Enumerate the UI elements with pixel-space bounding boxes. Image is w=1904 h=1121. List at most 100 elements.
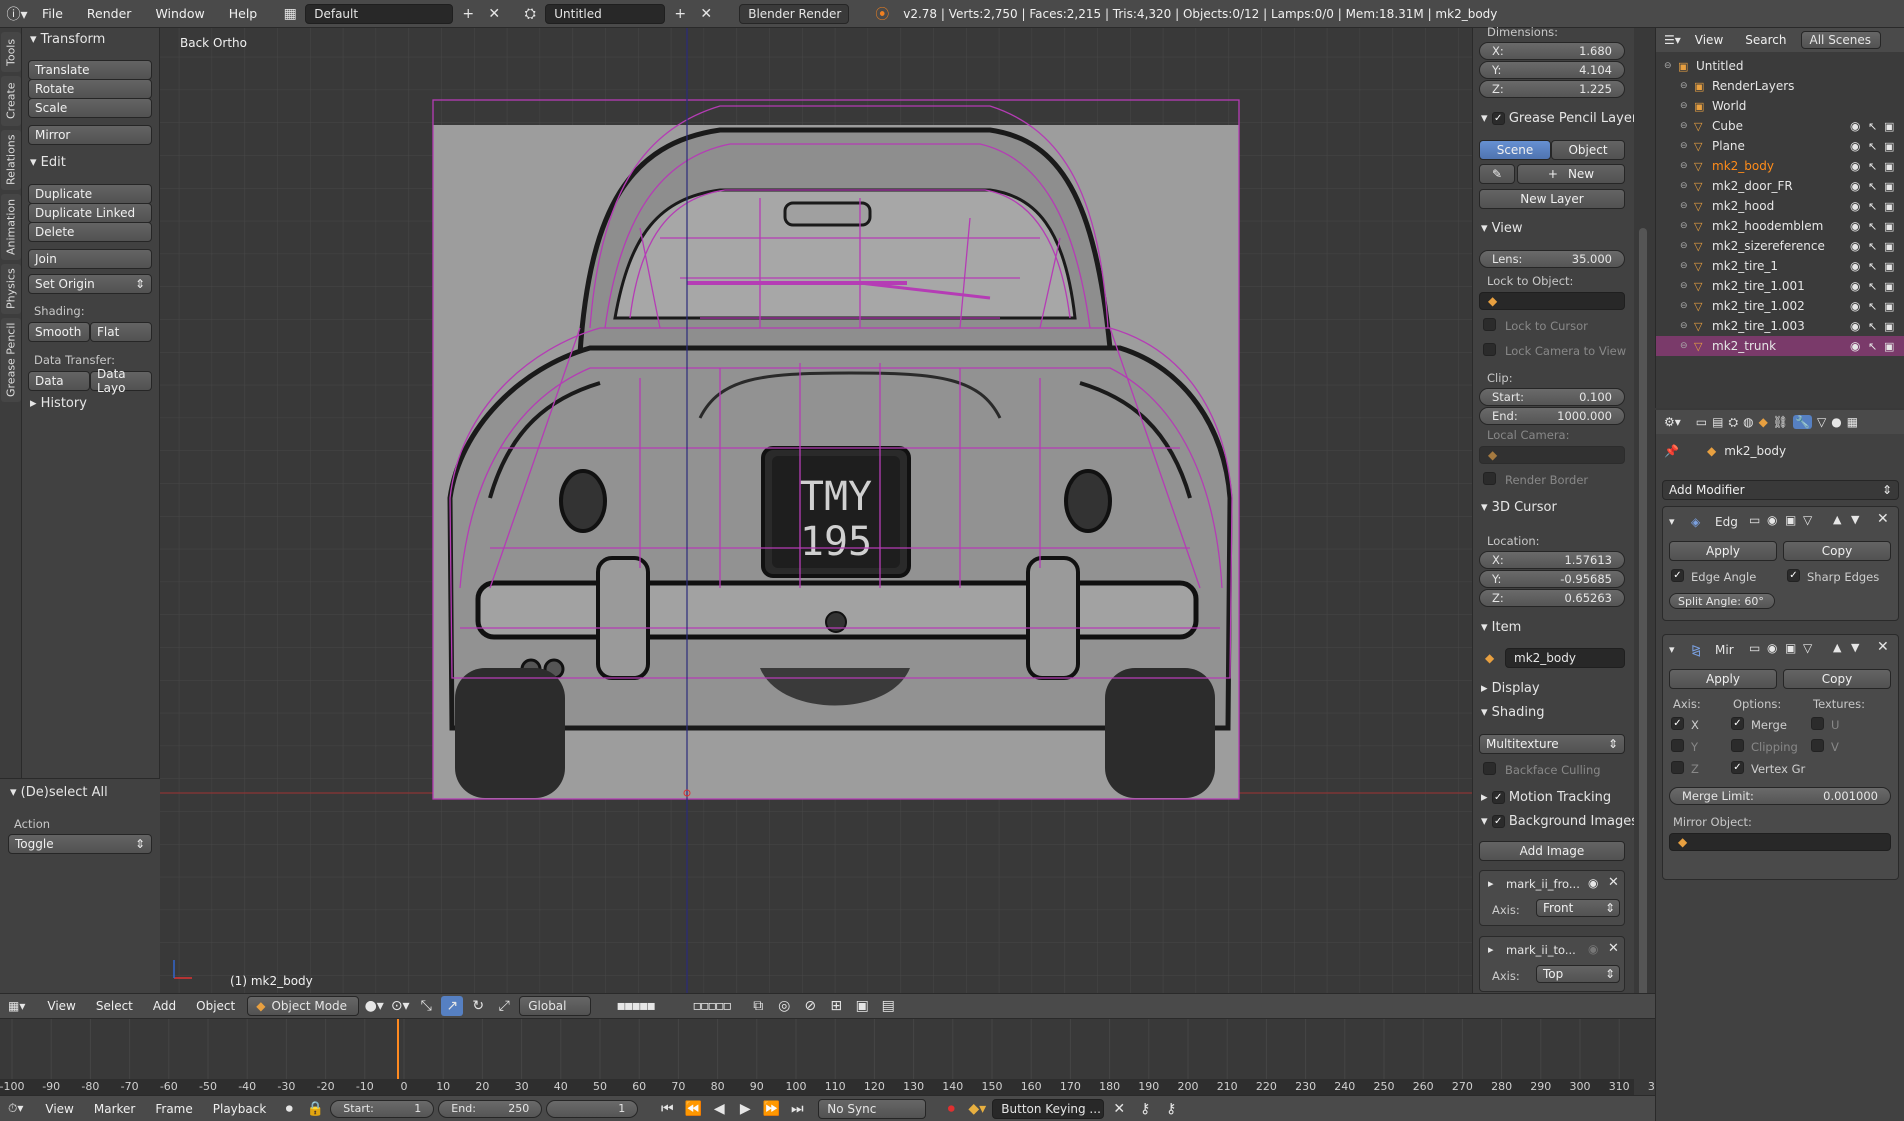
grease-pencil-checkbox[interactable]: ✓ bbox=[1491, 112, 1505, 125]
world-tab-icon[interactable]: ◍ bbox=[1743, 415, 1753, 429]
history-panel-header[interactable]: ▸ History bbox=[30, 396, 87, 411]
renderability-camera-icon[interactable]: ▣ bbox=[1884, 320, 1894, 333]
sharp-edges-checkbox[interactable]: ✓ bbox=[1787, 569, 1800, 582]
outliner-item-name[interactable]: mk2_tire_1.001 bbox=[1712, 279, 1805, 293]
outliner-row[interactable]: ⊖ ▽ mk2_door_FR ◉ ↖ ▣ bbox=[1656, 176, 1904, 196]
outliner-item-name[interactable]: Plane bbox=[1712, 139, 1745, 153]
data-layout-button[interactable]: Data Layo bbox=[90, 367, 152, 395]
expand-icon[interactable]: ⊖ bbox=[1680, 301, 1694, 311]
visibility-eye-icon[interactable]: ◉ bbox=[1850, 159, 1860, 173]
renderability-camera-icon[interactable]: ▣ bbox=[1884, 340, 1894, 353]
3d-viewport[interactable]: TMY 195 Back Ortho (1) mk2_body bbox=[160, 28, 1472, 993]
outliner-row[interactable]: ⊖ ▣ Untitled bbox=[1656, 56, 1904, 76]
outliner-row[interactable]: ⊖ ▽ mk2_tire_1 ◉ ↖ ▣ bbox=[1656, 256, 1904, 276]
expand-icon[interactable]: ⊖ bbox=[1680, 161, 1694, 171]
modifiers-tab-icon[interactable]: 🔧 bbox=[1793, 415, 1812, 429]
render-toggle-icon[interactable]: ▭ bbox=[1749, 513, 1760, 527]
modifier-name-field[interactable]: Mir bbox=[1711, 641, 1745, 659]
menu-file[interactable]: File bbox=[32, 6, 73, 21]
cursor-z-field[interactable]: Z: 0.65263 bbox=[1479, 589, 1625, 607]
visibility-eye-icon[interactable]: ◉ bbox=[1850, 319, 1860, 333]
add-image-button[interactable]: Add Image bbox=[1479, 841, 1625, 861]
set-origin-select[interactable]: Set Origin ⇕ bbox=[28, 274, 152, 294]
operator-panel-header[interactable]: ▾ (De)select All bbox=[10, 785, 108, 800]
expand-icon[interactable]: ▸ bbox=[1488, 877, 1494, 890]
scene-field[interactable]: Untitled bbox=[545, 3, 666, 24]
renderability-camera-icon[interactable]: ▣ bbox=[1884, 140, 1894, 153]
move-down-icon[interactable]: ▼ bbox=[1851, 513, 1859, 526]
selectability-cursor-icon[interactable]: ↖ bbox=[1868, 220, 1877, 233]
bg-images-header[interactable]: ▾ ✓ Background Images bbox=[1481, 814, 1638, 829]
split-angle-field[interactable]: Split Angle: 60° bbox=[1669, 593, 1775, 609]
axis-y-checkbox[interactable] bbox=[1671, 739, 1684, 752]
object-toggle-button[interactable]: Object bbox=[1551, 140, 1625, 160]
timeline-area[interactable]: -100 -90 -80 -70 -60 -50 -40 -30 -20 -10 0 10 20 30 40… bbox=[0, 1019, 1669, 1095]
smooth-button[interactable]: Smooth bbox=[28, 322, 90, 342]
remove-screen-icon[interactable]: ✕ bbox=[483, 4, 505, 24]
jump-end-icon[interactable]: ⏭ bbox=[786, 1099, 808, 1119]
selectability-cursor-icon[interactable]: ↖ bbox=[1868, 300, 1877, 313]
visibility-eye-icon[interactable]: ◉ bbox=[1850, 299, 1860, 313]
edge-angle-checkbox[interactable]: ✓ bbox=[1671, 569, 1684, 582]
outliner-row[interactable]: ⊖ ▣ World bbox=[1656, 96, 1904, 116]
clear-keying-icon[interactable]: ✕ bbox=[1108, 1099, 1130, 1119]
tex-v-checkbox[interactable] bbox=[1811, 739, 1824, 752]
tex-u-checkbox[interactable] bbox=[1811, 717, 1824, 730]
expand-icon[interactable]: ⊖ bbox=[1680, 81, 1694, 91]
outliner-row[interactable]: ⊖ ▽ mk2_hood ◉ ↖ ▣ bbox=[1656, 196, 1904, 216]
snap-element-icon[interactable]: ⊞ bbox=[825, 996, 847, 1016]
render-tab-icon[interactable]: ▭ bbox=[1696, 415, 1707, 429]
add-screen-icon[interactable]: + bbox=[457, 4, 479, 24]
current-frame-field[interactable]: 1 bbox=[546, 1099, 639, 1118]
end-frame-field[interactable]: End: 250 bbox=[438, 1099, 543, 1118]
vp-menu-object[interactable]: Object bbox=[188, 999, 243, 1013]
outliner-row[interactable]: ⊖ ▽ mk2_body ◉ ↖ ▣ bbox=[1656, 156, 1904, 176]
expand-icon[interactable]: ⊖ bbox=[1680, 121, 1694, 131]
render-engine-select[interactable]: Blender Render bbox=[739, 3, 850, 24]
selectability-cursor-icon[interactable]: ↖ bbox=[1868, 200, 1877, 213]
duplicate-button[interactable]: Duplicate bbox=[28, 184, 152, 204]
data-tab-icon[interactable]: ▽ bbox=[1817, 415, 1826, 429]
outliner-row[interactable]: ⊖ ▽ mk2_tire_1.001 ◉ ↖ ▣ bbox=[1656, 276, 1904, 296]
visibility-eye-icon[interactable]: ◉ bbox=[1850, 139, 1860, 153]
renderability-camera-icon[interactable]: ▣ bbox=[1884, 180, 1894, 193]
copy-edge-split-button[interactable]: Copy bbox=[1783, 541, 1891, 561]
bg-images-checkbox[interactable]: ✓ bbox=[1491, 815, 1505, 828]
renderability-camera-icon[interactable]: ▣ bbox=[1884, 220, 1894, 233]
render-border-checkbox[interactable] bbox=[1483, 472, 1496, 485]
modifier-name-field[interactable]: Edg bbox=[1711, 513, 1745, 531]
play-icon[interactable]: ▶ bbox=[734, 1099, 756, 1119]
cage-toggle-icon[interactable]: ▽ bbox=[1803, 513, 1812, 527]
axis-x-checkbox[interactable]: ✓ bbox=[1671, 717, 1684, 730]
tab-tools[interactable]: Tools bbox=[1, 32, 21, 72]
expand-icon[interactable]: ⊖ bbox=[1680, 101, 1694, 111]
timeline-editor-icon[interactable]: ⏱▾ bbox=[8, 1101, 23, 1116]
transform-orientation-select[interactable]: Global bbox=[519, 996, 592, 1016]
expand-icon[interactable]: ⊖ bbox=[1680, 201, 1694, 211]
pivot-point-icon[interactable]: ⊙▾ bbox=[389, 996, 411, 1016]
outliner-item-name[interactable]: mk2_door_FR bbox=[1712, 179, 1793, 193]
visibility-eye-icon[interactable]: ◉ bbox=[1850, 119, 1860, 133]
3d-cursor-header[interactable]: ▾ 3D Cursor bbox=[1481, 500, 1557, 515]
manipulator-toggle-icon[interactable]: ⤡ bbox=[415, 996, 437, 1016]
viewport-shading-icon[interactable]: ●▾ bbox=[363, 996, 385, 1016]
outliner-item-name[interactable]: mk2_hood bbox=[1712, 199, 1774, 213]
proportional-edit-icon[interactable]: ◎ bbox=[773, 996, 795, 1016]
outliner-item-name[interactable]: mk2_trunk bbox=[1712, 339, 1776, 353]
viewport-toggle-icon[interactable]: ◉ bbox=[1767, 513, 1777, 527]
expand-icon[interactable]: ⊖ bbox=[1680, 281, 1694, 291]
layers-grid-icon[interactable]: ▪▪▪▪▪ bbox=[595, 996, 675, 1016]
visibility-eye-icon[interactable]: ◉ bbox=[1850, 279, 1860, 293]
snap-toggle-icon[interactable]: ⊘ bbox=[799, 996, 821, 1016]
outliner-row[interactable]: ⊖ ▽ mk2_sizereference ◉ ↖ ▣ bbox=[1656, 236, 1904, 256]
scene-tab-icon[interactable]: ⛭ bbox=[1728, 415, 1738, 430]
remove-modifier-icon[interactable]: ✕ bbox=[1877, 511, 1889, 527]
transform-panel-header[interactable]: ▾ Transform bbox=[30, 32, 105, 47]
editmode-toggle-icon[interactable]: ▣ bbox=[1785, 513, 1796, 527]
selectability-cursor-icon[interactable]: ↖ bbox=[1868, 260, 1877, 273]
item-panel-header[interactable]: ▾ Item bbox=[1481, 620, 1521, 635]
shading-mode-select[interactable]: Multitexture ⇕ bbox=[1479, 734, 1625, 754]
collapse-icon[interactable]: ▾ bbox=[1669, 643, 1675, 656]
interaction-mode-select[interactable]: ◆ Object Mode bbox=[247, 996, 360, 1016]
selectability-cursor-icon[interactable]: ↖ bbox=[1868, 240, 1877, 253]
